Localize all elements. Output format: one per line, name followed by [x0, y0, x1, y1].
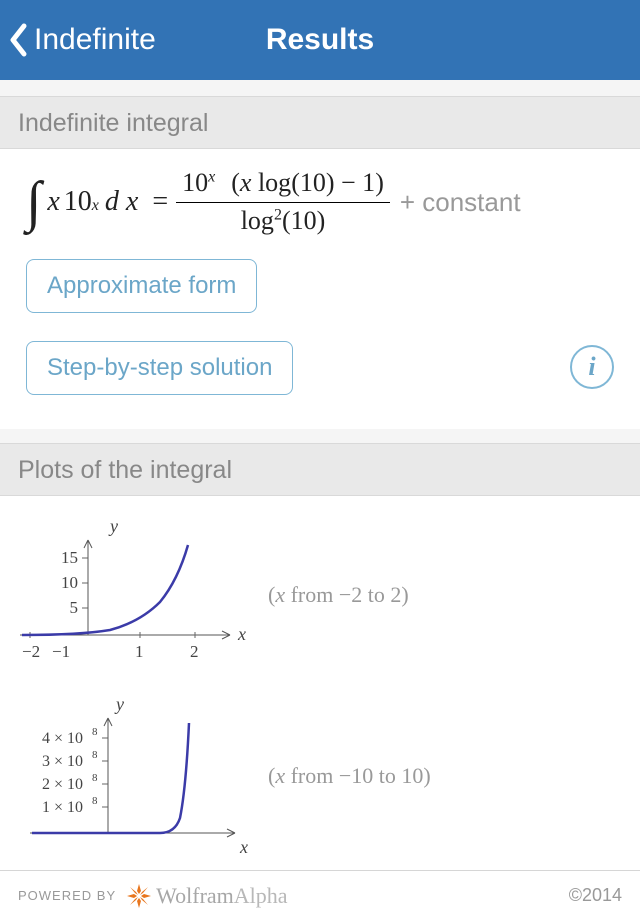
plot-2: y 4 × 10 8 3 × 10 8 2 × 10 8 1 × 10 8 x [0, 688, 260, 863]
plot-1-caption: (x from −2 to 2) [260, 582, 640, 608]
equals-sign: = [144, 186, 176, 218]
num-minus: − 1 [335, 168, 376, 197]
num-x: x [240, 168, 252, 197]
paren-open: ( [231, 168, 240, 197]
svg-text:8: 8 [92, 795, 98, 807]
powered-by-label: POWERED BY [18, 888, 116, 903]
den-log: log [241, 206, 274, 235]
svg-text:1: 1 [135, 642, 144, 661]
footer: POWERED BY WolframAlpha ©2014 [0, 870, 640, 920]
integral-result: ∫ x 10x d x = 10x (x log(10) − 1) log2(1… [0, 149, 640, 429]
svg-text:−2: −2 [22, 642, 40, 661]
num-exp: x [208, 168, 215, 185]
step-by-step-button[interactable]: Step-by-step solution [26, 341, 293, 395]
svg-text:y: y [114, 694, 124, 714]
integrand-dx: d x [105, 186, 138, 218]
svg-text:x: x [237, 624, 246, 644]
integrand: x 10x d x [41, 186, 144, 218]
svg-text:2 × 10: 2 × 10 [42, 776, 83, 793]
info-icon: i [588, 352, 595, 382]
cap2-var: x [275, 763, 285, 788]
svg-text:x: x [239, 837, 248, 857]
approximate-form-button[interactable]: Approximate form [26, 259, 257, 313]
cap1-var: x [275, 582, 285, 607]
back-button[interactable]: Indefinite [0, 23, 156, 57]
plot-1: y 15 10 5 −2 −1 1 2 x [0, 510, 260, 680]
svg-text:2: 2 [190, 642, 199, 661]
integral-equation: ∫ x 10x d x = 10x (x log(10) − 1) log2(1… [26, 167, 630, 259]
svg-text:15: 15 [61, 548, 78, 567]
integrand-base: 10 [64, 186, 92, 218]
result-fraction: 10x (x log(10) − 1) log2(10) [176, 167, 390, 237]
svg-text:1 × 10: 1 × 10 [42, 799, 83, 816]
svg-text:5: 5 [70, 598, 79, 617]
copyright-text: ©2014 [569, 885, 622, 906]
svg-text:8: 8 [92, 749, 98, 761]
svg-text:3 × 10: 3 × 10 [42, 753, 83, 770]
plot1-y-label: y [108, 516, 118, 536]
brand-wolfram: Wolfram [156, 883, 234, 908]
wolfram-burst-icon [126, 883, 152, 909]
brand-alpha: Alpha [234, 883, 288, 908]
svg-text:−1: −1 [52, 642, 70, 661]
num-base: 10 [182, 168, 208, 197]
info-button[interactable]: i [570, 345, 614, 389]
section-header-plots: Plots of the integral [0, 443, 640, 496]
constant-text: + constant [390, 187, 521, 218]
num-log: log [251, 168, 291, 197]
den-arg: (10) [282, 206, 325, 235]
integrand-exp: x [92, 197, 99, 215]
svg-text:4 × 10: 4 × 10 [42, 730, 83, 747]
den-sup: 2 [274, 206, 282, 223]
wolfram-logo: WolframAlpha [126, 883, 287, 909]
num-log-arg: (10) [291, 168, 334, 197]
chevron-left-icon [8, 23, 28, 57]
plots-container: y 15 10 5 −2 −1 1 2 x [0, 496, 640, 877]
integrand-x: x [47, 186, 59, 218]
svg-text:8: 8 [92, 772, 98, 784]
svg-text:10: 10 [61, 573, 78, 592]
section-header-integral: Indefinite integral [0, 96, 640, 149]
paren-close: ) [375, 168, 384, 197]
integral-sign-icon: ∫ [26, 180, 41, 225]
cap2-text: from −10 to 10) [285, 763, 431, 788]
back-label: Indefinite [34, 23, 156, 57]
plot-2-caption: (x from −10 to 10) [260, 763, 640, 789]
svg-text:8: 8 [92, 726, 98, 738]
cap1-text: from −2 to 2) [285, 582, 409, 607]
